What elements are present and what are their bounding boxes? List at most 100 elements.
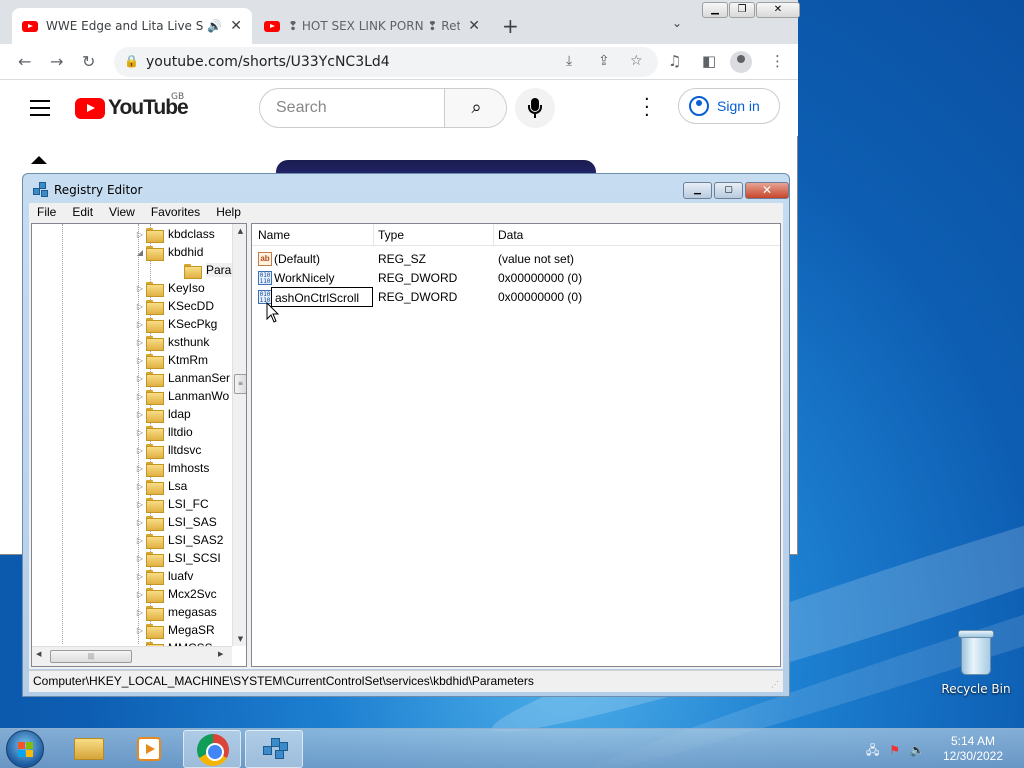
expand-toggle-icon[interactable]: ▷ [134, 356, 146, 365]
menu-favorites[interactable]: Favorites [143, 203, 208, 221]
expand-toggle-icon[interactable]: ▷ [134, 464, 146, 473]
tree-item[interactable]: ▷ lltdio [134, 423, 193, 441]
expand-toggle-icon[interactable]: ▷ [134, 410, 146, 419]
youtube-logo[interactable]: YouTube GB [75, 92, 189, 120]
tree-vertical-scrollbar[interactable]: ▲ ≡ ▼ [232, 224, 246, 646]
tab-second-video[interactable]: ❢ HOT SEX LINK PORN ❢ Return o ✕ [254, 8, 490, 44]
side-panel-icon[interactable]: ◧ [702, 52, 716, 70]
value-row-default[interactable]: ab (Default) REG_SZ (value not set) [252, 250, 780, 269]
expand-toggle-icon[interactable]: ▷ [134, 392, 146, 401]
share-icon[interactable]: ⇪ [598, 53, 610, 69]
tree-item[interactable]: ▷ Mcx2Svc [134, 585, 217, 603]
close-button[interactable]: ✕ [756, 2, 800, 18]
tree-item[interactable]: ▷ KSecPkg [134, 315, 217, 333]
column-type[interactable]: Type [378, 228, 404, 242]
tree-item[interactable]: ▷ KtmRm [134, 351, 208, 369]
tree-item[interactable]: ▷ LanmanWo [134, 387, 229, 405]
action-center-icon[interactable]: ⚑ [889, 743, 900, 757]
column-data[interactable]: Data [498, 228, 523, 242]
menu-view[interactable]: View [101, 203, 143, 221]
tree-item[interactable]: ▷ MegaSR [134, 621, 215, 639]
start-button[interactable] [6, 730, 44, 768]
tree-item[interactable]: ▷ lltdsvc [134, 441, 201, 459]
tree-item[interactable]: ▷ lmhosts [134, 459, 209, 477]
expand-toggle-icon[interactable]: ▷ [134, 428, 146, 437]
speaker-icon[interactable]: 🔊 [207, 19, 222, 33]
tree-item[interactable]: ▷ Lsa [134, 477, 187, 495]
tree-item[interactable]: ▷ LanmanSer [134, 369, 230, 387]
expand-toggle-icon[interactable]: ▷ [134, 518, 146, 527]
maximize-button[interactable]: ❐ [729, 2, 755, 18]
lock-icon[interactable]: 🔒 [124, 54, 139, 68]
sign-in-button[interactable]: Sign in [678, 88, 780, 124]
minimize-button[interactable]: ▁ [683, 182, 712, 199]
clock[interactable]: 5:14 AM 12/30/2022 [934, 734, 1012, 764]
value-row-crashonctrlscroll[interactable]: 010110 REG_DWORD 0x00000000 (0) [252, 287, 780, 307]
search-button[interactable]: ⌕ [444, 89, 506, 127]
expand-toggle-icon[interactable]: ◢ [134, 248, 146, 257]
new-tab-button[interactable]: + [502, 14, 519, 38]
maximize-button[interactable]: ▢ [714, 182, 743, 199]
reload-icon[interactable]: ↻ [82, 52, 95, 71]
tree-item[interactable]: ▷ KeyIso [134, 279, 205, 297]
tree-item[interactable]: ▷ ksthunk [134, 333, 209, 351]
scroll-down-arrow[interactable]: ▼ [233, 632, 246, 646]
expand-toggle-icon[interactable]: ▷ [134, 302, 146, 311]
tree-item[interactable]: ▷ LSI_SCSI [134, 549, 221, 567]
volume-icon[interactable]: 🔈 [910, 743, 925, 757]
rename-value-input[interactable] [271, 287, 373, 307]
menu-edit[interactable]: Edit [64, 203, 101, 221]
back-icon[interactable]: ← [18, 52, 31, 71]
resize-grip-icon[interactable]: ⋰ [771, 680, 779, 689]
url-text[interactable]: youtube.com/shorts/U33YcNC3Ld4 [146, 54, 390, 70]
recycle-bin-shortcut[interactable]: Recycle Bin [938, 630, 1014, 696]
tree-item[interactable]: ▷ LSI_SAS2 [134, 531, 223, 549]
expand-toggle-icon[interactable]: ▷ [134, 554, 146, 563]
scrollbar-thumb[interactable]: ||| [50, 650, 132, 663]
close-tab-icon[interactable]: ✕ [468, 18, 480, 34]
tree-item[interactable]: ▷ megasas [134, 603, 217, 621]
value-row-worknicely[interactable]: 010 110 WorkNicely REG_DWORD 0x00000000 (… [252, 269, 780, 288]
hamburger-menu-icon[interactable] [30, 100, 50, 121]
tree-horizontal-scrollbar[interactable]: ◀ ||| ▶ [32, 646, 232, 666]
taskbar-regedit[interactable] [245, 730, 303, 768]
scroll-up-arrow[interactable]: ▲ [233, 224, 246, 238]
expand-toggle-icon[interactable]: ▷ [134, 374, 146, 383]
expand-toggle-icon[interactable]: ▷ [134, 500, 146, 509]
expand-toggle-icon[interactable]: ▷ [134, 338, 146, 347]
expand-toggle-icon[interactable]: ▷ [134, 590, 146, 599]
expand-toggle-icon[interactable]: ▷ [134, 320, 146, 329]
expand-toggle-icon[interactable]: ▷ [134, 608, 146, 617]
bookmark-star-icon[interactable]: ☆ [630, 53, 643, 69]
scroll-left-arrow[interactable]: ◀ [36, 650, 41, 658]
menu-file[interactable]: File [29, 203, 64, 221]
column-name[interactable]: Name [258, 228, 290, 242]
taskbar-media-player[interactable] [120, 730, 178, 768]
install-icon[interactable]: ⤓ [566, 53, 572, 69]
address-bar[interactable]: 🔒 youtube.com/shorts/U33YcNC3Ld4 ⤓ ⇪ ☆ [114, 47, 658, 77]
close-button[interactable]: ✕ [745, 182, 789, 199]
taskbar-explorer[interactable] [60, 730, 118, 768]
tree-item[interactable]: ▷ LSI_FC [134, 495, 209, 513]
title-bar[interactable]: Registry Editor [33, 182, 142, 198]
media-control-icon[interactable]: ♫ [668, 52, 681, 70]
expand-toggle-icon[interactable]: ▷ [134, 446, 146, 455]
tree-item[interactable]: ▷ kbdclass [134, 225, 215, 243]
expand-toggle-icon[interactable]: ▷ [134, 626, 146, 635]
menu-help[interactable]: Help [208, 203, 249, 221]
settings-menu-icon[interactable]: · · · [644, 91, 650, 125]
network-icon[interactable]: 🖧 [866, 743, 879, 757]
minimize-button[interactable]: ▁ [702, 2, 728, 18]
close-tab-icon[interactable]: ✕ [230, 18, 242, 34]
scroll-right-arrow[interactable]: ▶ [218, 650, 223, 658]
scrollbar-thumb[interactable]: ≡ [234, 374, 246, 394]
tab-wwe-video[interactable]: WWE Edge and Lita Live Sex 🔊 ✕ [12, 8, 252, 44]
expand-toggle-icon[interactable]: ▷ [134, 536, 146, 545]
expand-toggle-icon[interactable]: ▷ [134, 482, 146, 491]
voice-search-button[interactable] [515, 88, 555, 128]
profile-icon[interactable] [730, 51, 752, 73]
home-icon[interactable] [31, 156, 47, 172]
forward-icon[interactable]: → [50, 52, 63, 71]
tree-item[interactable]: ▷ luafv [134, 567, 193, 585]
expand-toggle-icon[interactable]: ▷ [134, 284, 146, 293]
